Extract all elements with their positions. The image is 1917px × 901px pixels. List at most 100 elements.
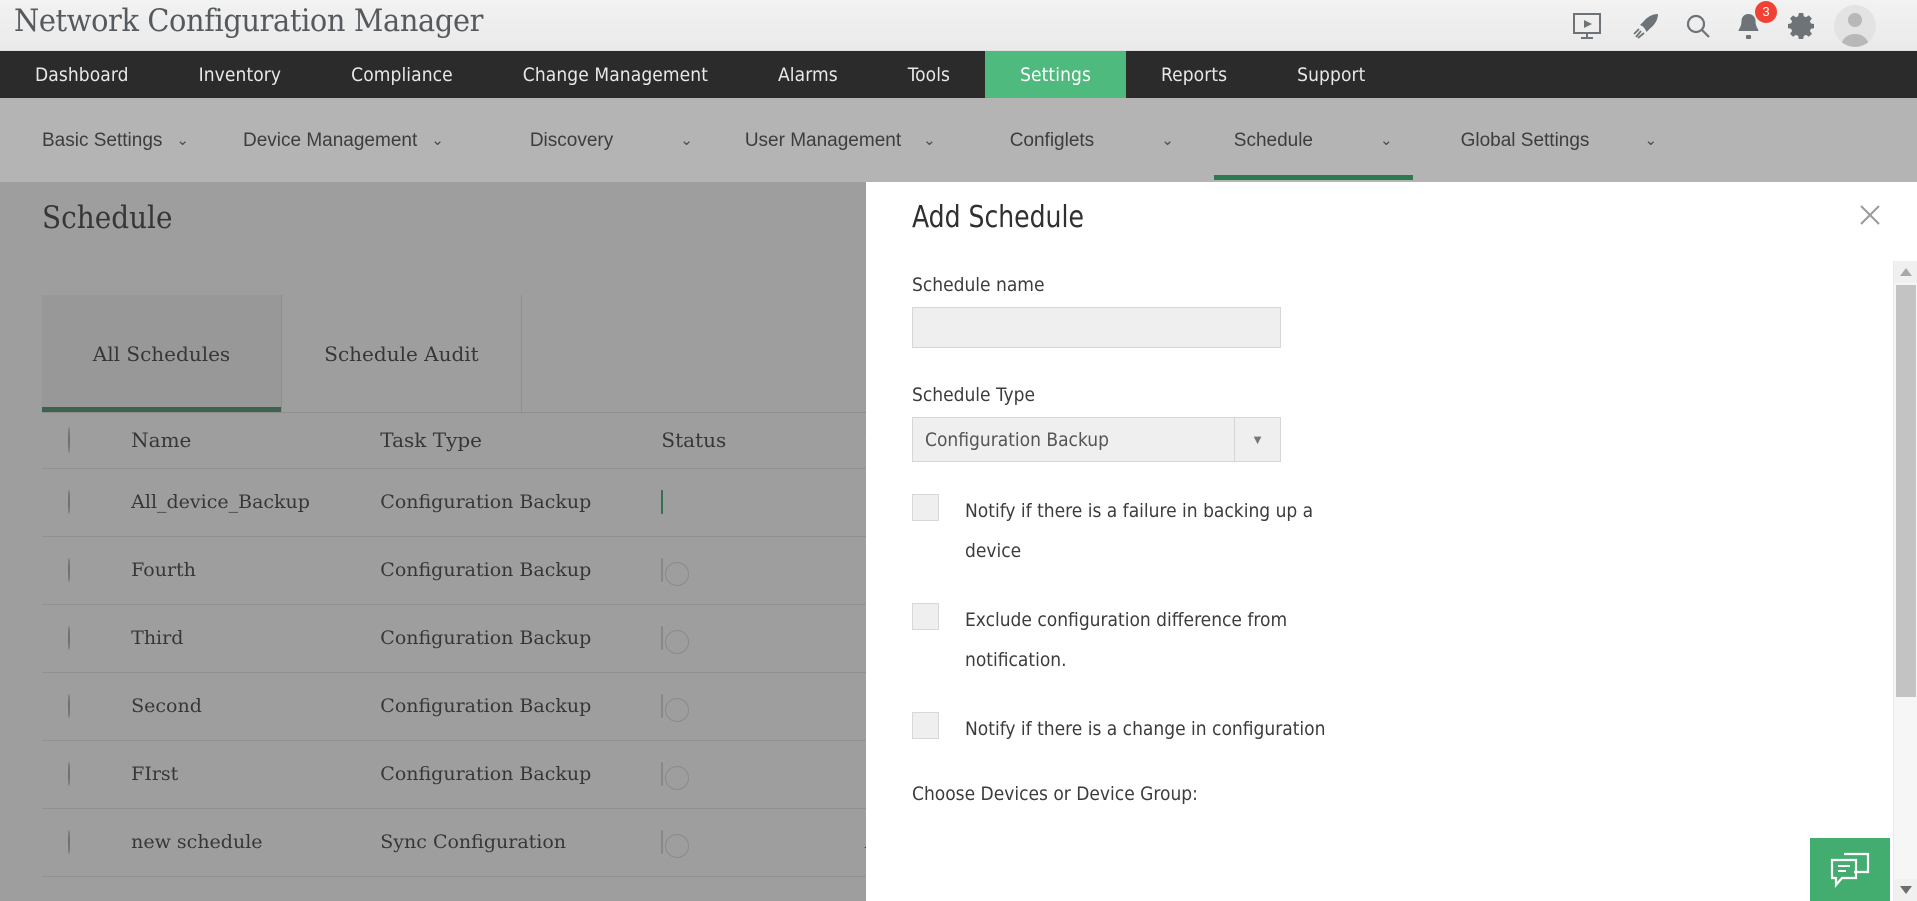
row-select-cell[interactable]: [42, 536, 131, 604]
chevron-down-icon: ⌄: [176, 133, 189, 148]
cell-status[interactable]: [661, 808, 864, 876]
presentation-icon[interactable]: [1569, 8, 1605, 44]
rocket-icon[interactable]: [1629, 8, 1665, 44]
status-toggle[interactable]: [661, 626, 663, 650]
row-radio[interactable]: [68, 558, 70, 582]
avatar[interactable]: [1834, 5, 1876, 47]
subnav-item-basic-settings[interactable]: Basic Settings ⌄: [0, 98, 213, 182]
chevron-down-icon: ⌄: [680, 133, 693, 148]
row-radio[interactable]: [68, 830, 70, 854]
toggle-knob: [691, 494, 715, 518]
status-toggle[interactable]: [661, 558, 663, 582]
toggle-knob: [665, 698, 689, 722]
chat-icon[interactable]: [1810, 838, 1890, 901]
subnav-label: User Management: [745, 128, 901, 152]
subnav-label: Global Settings: [1461, 128, 1590, 152]
select-all-header[interactable]: [42, 413, 131, 468]
close-icon[interactable]: [1849, 194, 1891, 236]
checkbox-row-notify-failure[interactable]: Notify if there is a failure in backing …: [912, 491, 1857, 571]
subnav-item-user-management[interactable]: User Management ⌄: [717, 98, 960, 182]
subnav-item-configlets[interactable]: Configlets ⌄: [960, 98, 1198, 182]
row-select-cell[interactable]: [42, 740, 131, 808]
column-header-status[interactable]: Status: [661, 413, 864, 468]
nav-item-inventory[interactable]: Inventory: [164, 51, 317, 98]
row-radio[interactable]: [68, 490, 70, 514]
nav-item-reports[interactable]: Reports: [1126, 51, 1262, 98]
nav-item-support[interactable]: Support: [1262, 51, 1400, 98]
gear-icon[interactable]: [1783, 8, 1819, 44]
tab-all-schedules[interactable]: All Schedules: [42, 295, 282, 412]
cell-name: Second: [131, 672, 380, 740]
status-toggle[interactable]: [661, 762, 663, 786]
cell-task-type: Configuration Backup: [380, 604, 661, 672]
row-radio[interactable]: [68, 626, 70, 650]
cell-task-type: Configuration Backup: [380, 536, 661, 604]
row-select-cell[interactable]: [42, 468, 131, 536]
nav-item-change-management[interactable]: Change Management: [488, 51, 743, 98]
status-toggle[interactable]: [661, 490, 663, 514]
column-header-task-type[interactable]: Task Type: [380, 413, 661, 468]
scroll-up-button[interactable]: [1894, 261, 1917, 283]
cell-name: FIrst: [131, 740, 380, 808]
schedule-type-value: Configuration Backup: [913, 429, 1234, 451]
search-icon[interactable]: [1680, 8, 1716, 44]
column-header-name[interactable]: Name: [131, 413, 380, 468]
checkbox-exclude-diff[interactable]: [912, 603, 939, 630]
chevron-down-icon: ⌄: [1380, 133, 1393, 148]
subnav-item-global-settings[interactable]: Global Settings ⌄: [1429, 98, 1681, 182]
subnav-label: Configlets: [1010, 128, 1095, 152]
nav-item-compliance[interactable]: Compliance: [316, 51, 488, 98]
nav-item-dashboard[interactable]: Dashboard: [0, 51, 164, 98]
row-select-cell[interactable]: [42, 604, 131, 672]
active-indicator: [42, 407, 281, 412]
row-select-cell[interactable]: [42, 808, 131, 876]
cell-name: All_device_Backup: [131, 468, 380, 536]
cell-status[interactable]: [661, 536, 864, 604]
panel-scrollbar[interactable]: [1893, 261, 1917, 901]
active-indicator: [1214, 175, 1413, 180]
page-app-title: Network Configuration Manager: [14, 3, 483, 39]
cell-status[interactable]: [661, 740, 864, 808]
add-schedule-form: Schedule name Schedule Type Configuratio…: [866, 274, 1877, 901]
cell-name: new schedule: [131, 808, 380, 876]
settings-sub-navigation: Basic Settings ⌄ Device Management ⌄ Dis…: [0, 98, 1917, 182]
tab-label: All Schedules: [93, 342, 230, 366]
cell-status[interactable]: [661, 604, 864, 672]
row-select-cell[interactable]: [42, 672, 131, 740]
toggle-knob: [665, 834, 689, 858]
cell-task-type: Sync Configuration: [380, 808, 661, 876]
chevron-down-icon[interactable]: ▼: [1234, 418, 1280, 461]
checkbox-notify-change[interactable]: [912, 712, 939, 739]
subnav-label: Discovery: [530, 128, 613, 152]
row-radio[interactable]: [68, 694, 70, 718]
schedule-type-select[interactable]: Configuration Backup ▼: [912, 417, 1281, 462]
nav-item-alarms[interactable]: Alarms: [743, 51, 873, 98]
add-schedule-panel: Add Schedule Schedule name Schedule Type…: [866, 182, 1917, 901]
checkbox-label: Exclude configuration difference from no…: [965, 600, 1315, 680]
subnav-item-device-management[interactable]: Device Management ⌄: [213, 98, 468, 182]
spacer: [912, 348, 1857, 384]
scroll-down-button[interactable]: [1894, 879, 1917, 901]
cell-status[interactable]: [661, 468, 864, 536]
checkbox-notify-failure[interactable]: [912, 494, 939, 521]
subnav-item-discovery[interactable]: Discovery ⌄: [468, 98, 717, 182]
scrollbar-thumb[interactable]: [1896, 285, 1916, 697]
app-header: Network Configuration Manager 3: [0, 0, 1917, 51]
checkbox-row-notify-change[interactable]: Notify if there is a change in configura…: [912, 709, 1857, 749]
tab-label: Schedule Audit: [324, 342, 478, 366]
subnav-label: Basic Settings: [42, 128, 162, 152]
select-all-radio[interactable]: [68, 427, 70, 453]
status-toggle[interactable]: [661, 694, 663, 718]
row-radio[interactable]: [68, 762, 70, 786]
cell-status[interactable]: [661, 672, 864, 740]
tab-schedule-audit[interactable]: Schedule Audit: [282, 295, 522, 412]
schedule-name-label: Schedule name: [912, 274, 1857, 296]
nav-item-tools[interactable]: Tools: [873, 51, 985, 98]
schedule-name-input[interactable]: [912, 307, 1281, 348]
subnav-item-schedule[interactable]: Schedule ⌄: [1198, 98, 1429, 182]
status-toggle[interactable]: [661, 830, 663, 854]
chevron-down-icon: ⌄: [1644, 133, 1657, 148]
cell-name: Third: [131, 604, 380, 672]
checkbox-row-exclude-diff[interactable]: Exclude configuration difference from no…: [912, 600, 1857, 680]
nav-item-settings[interactable]: Settings: [985, 51, 1126, 98]
